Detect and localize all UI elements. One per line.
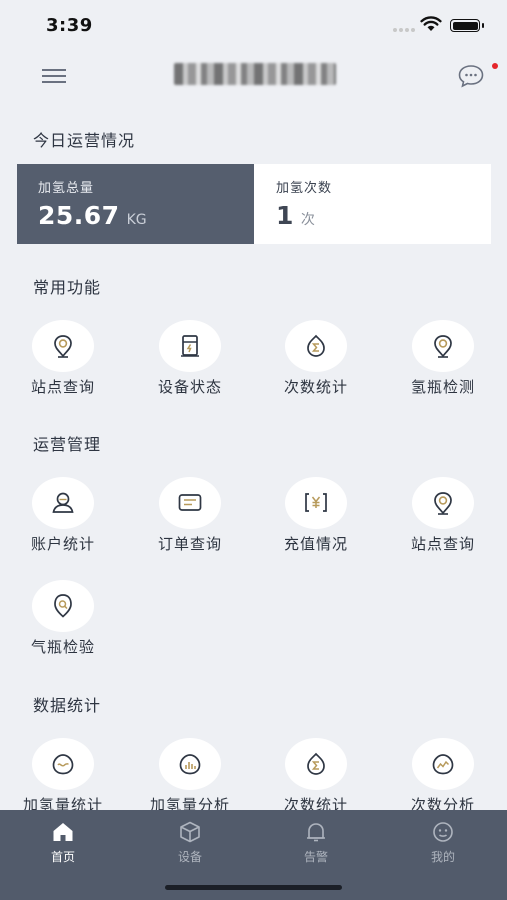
cylinder-inspect-icon (54, 594, 72, 618)
feature-icon-circle (159, 477, 221, 529)
feature-label: 充值情况 (283, 535, 348, 553)
account-icon (52, 492, 74, 513)
hydrogen-count-card[interactable]: 加氢次数 1 次 (254, 164, 491, 244)
feature-label: 次数统计 (283, 378, 348, 396)
feature-volume-analysis[interactable]: 加氢量分析 (127, 738, 253, 818)
hydrogen-count-unit: 次 (300, 212, 315, 228)
recharge-icon (305, 493, 327, 512)
tab-alarm[interactable]: 告警 (253, 810, 379, 870)
tab-mine[interactable]: 我的 (380, 810, 506, 870)
feature-cylinder-inspect[interactable]: 气瓶检验 (0, 580, 126, 660)
feature-device-status[interactable]: 设备状态 (127, 320, 253, 400)
today-stats: 加氢总量 25.67 KG 加氢次数 1 次 (17, 164, 491, 244)
bell-icon (307, 823, 325, 842)
message-icon[interactable] (457, 63, 485, 89)
location-pin-icon (54, 335, 72, 358)
feature-label: 氢瓶检测 (410, 378, 475, 396)
menu-icon[interactable] (42, 69, 66, 83)
count-analysis-icon (432, 754, 454, 775)
feature-icon-circle (285, 477, 347, 529)
feature-count-stats-2[interactable]: 次数统计 (253, 738, 379, 818)
device-icon (181, 335, 199, 357)
feature-cylinder-check[interactable]: 氢瓶检测 (380, 320, 506, 400)
feature-icon-circle (32, 580, 94, 632)
location-pin-icon (434, 492, 452, 515)
section-title-data-stats: 数据统计 (33, 696, 102, 715)
cylinder-check-icon (434, 335, 452, 358)
feature-icon-circle (159, 738, 221, 790)
feature-count-analysis[interactable]: 次数分析 (380, 738, 506, 818)
count-stats-icon (307, 334, 325, 357)
signal-icon (393, 28, 415, 34)
feature-label: 站点查询 (30, 378, 95, 396)
feature-icon-circle (159, 320, 221, 372)
feature-icon-circle (412, 320, 474, 372)
wifi-icon (420, 16, 442, 31)
section-title-today: 今日运营情况 (33, 131, 136, 150)
volume-analysis-icon (179, 754, 201, 775)
feature-label: 设备状态 (157, 378, 222, 396)
tab-label: 我的 (430, 850, 455, 864)
feature-icon-circle (285, 738, 347, 790)
feature-station-query[interactable]: 站点查询 (0, 320, 126, 400)
tab-label: 设备 (177, 850, 202, 864)
feature-label: 气瓶检验 (30, 638, 95, 656)
feature-recharge[interactable]: 充值情况 (253, 477, 379, 557)
cube-icon (180, 821, 200, 843)
feature-label: 订单查询 (157, 535, 222, 553)
feature-label: 账户统计 (30, 535, 95, 553)
volume-stats-icon (52, 754, 74, 775)
hydrogen-total-card[interactable]: 加氢总量 25.67 KG (17, 164, 254, 244)
status-bar: 3:39 (0, 0, 507, 50)
home-icon (53, 823, 73, 841)
hydrogen-count-value: 1 (276, 201, 294, 230)
feature-count-stats[interactable]: 次数统计 (253, 320, 379, 400)
home-indicator (165, 885, 342, 890)
section-title-operations: 运营管理 (33, 435, 102, 454)
feature-order-query[interactable]: 订单查询 (127, 477, 253, 557)
tab-label: 首页 (50, 850, 75, 864)
feature-icon-circle (412, 738, 474, 790)
tab-label: 告警 (303, 850, 328, 864)
feature-volume-stats[interactable]: 加氢量统计 (0, 738, 126, 818)
battery-icon (450, 19, 484, 32)
feature-account-stats[interactable]: 账户统计 (0, 477, 126, 557)
header (0, 50, 507, 100)
feature-icon-circle (285, 320, 347, 372)
hydrogen-total-unit: KG (126, 212, 147, 228)
feature-icon-circle (32, 738, 94, 790)
page-title-redacted (174, 63, 336, 85)
profile-icon (433, 822, 453, 842)
hydrogen-total-value: 25.67 (38, 201, 120, 230)
tab-home[interactable]: 首页 (0, 810, 126, 870)
count-stats-icon (307, 752, 325, 775)
section-title-common: 常用功能 (33, 278, 102, 297)
notification-dot (492, 63, 498, 69)
status-time: 3:39 (46, 15, 93, 36)
feature-icon-circle (32, 320, 94, 372)
feature-icon-circle (412, 477, 474, 529)
feature-icon-circle (32, 477, 94, 529)
order-icon (178, 494, 202, 511)
tab-device[interactable]: 设备 (127, 810, 253, 870)
hydrogen-count-label: 加氢次数 (276, 181, 333, 196)
hydrogen-total-label: 加氢总量 (38, 181, 95, 196)
feature-label: 站点查询 (410, 535, 475, 553)
feature-station-query-2[interactable]: 站点查询 (380, 477, 506, 557)
